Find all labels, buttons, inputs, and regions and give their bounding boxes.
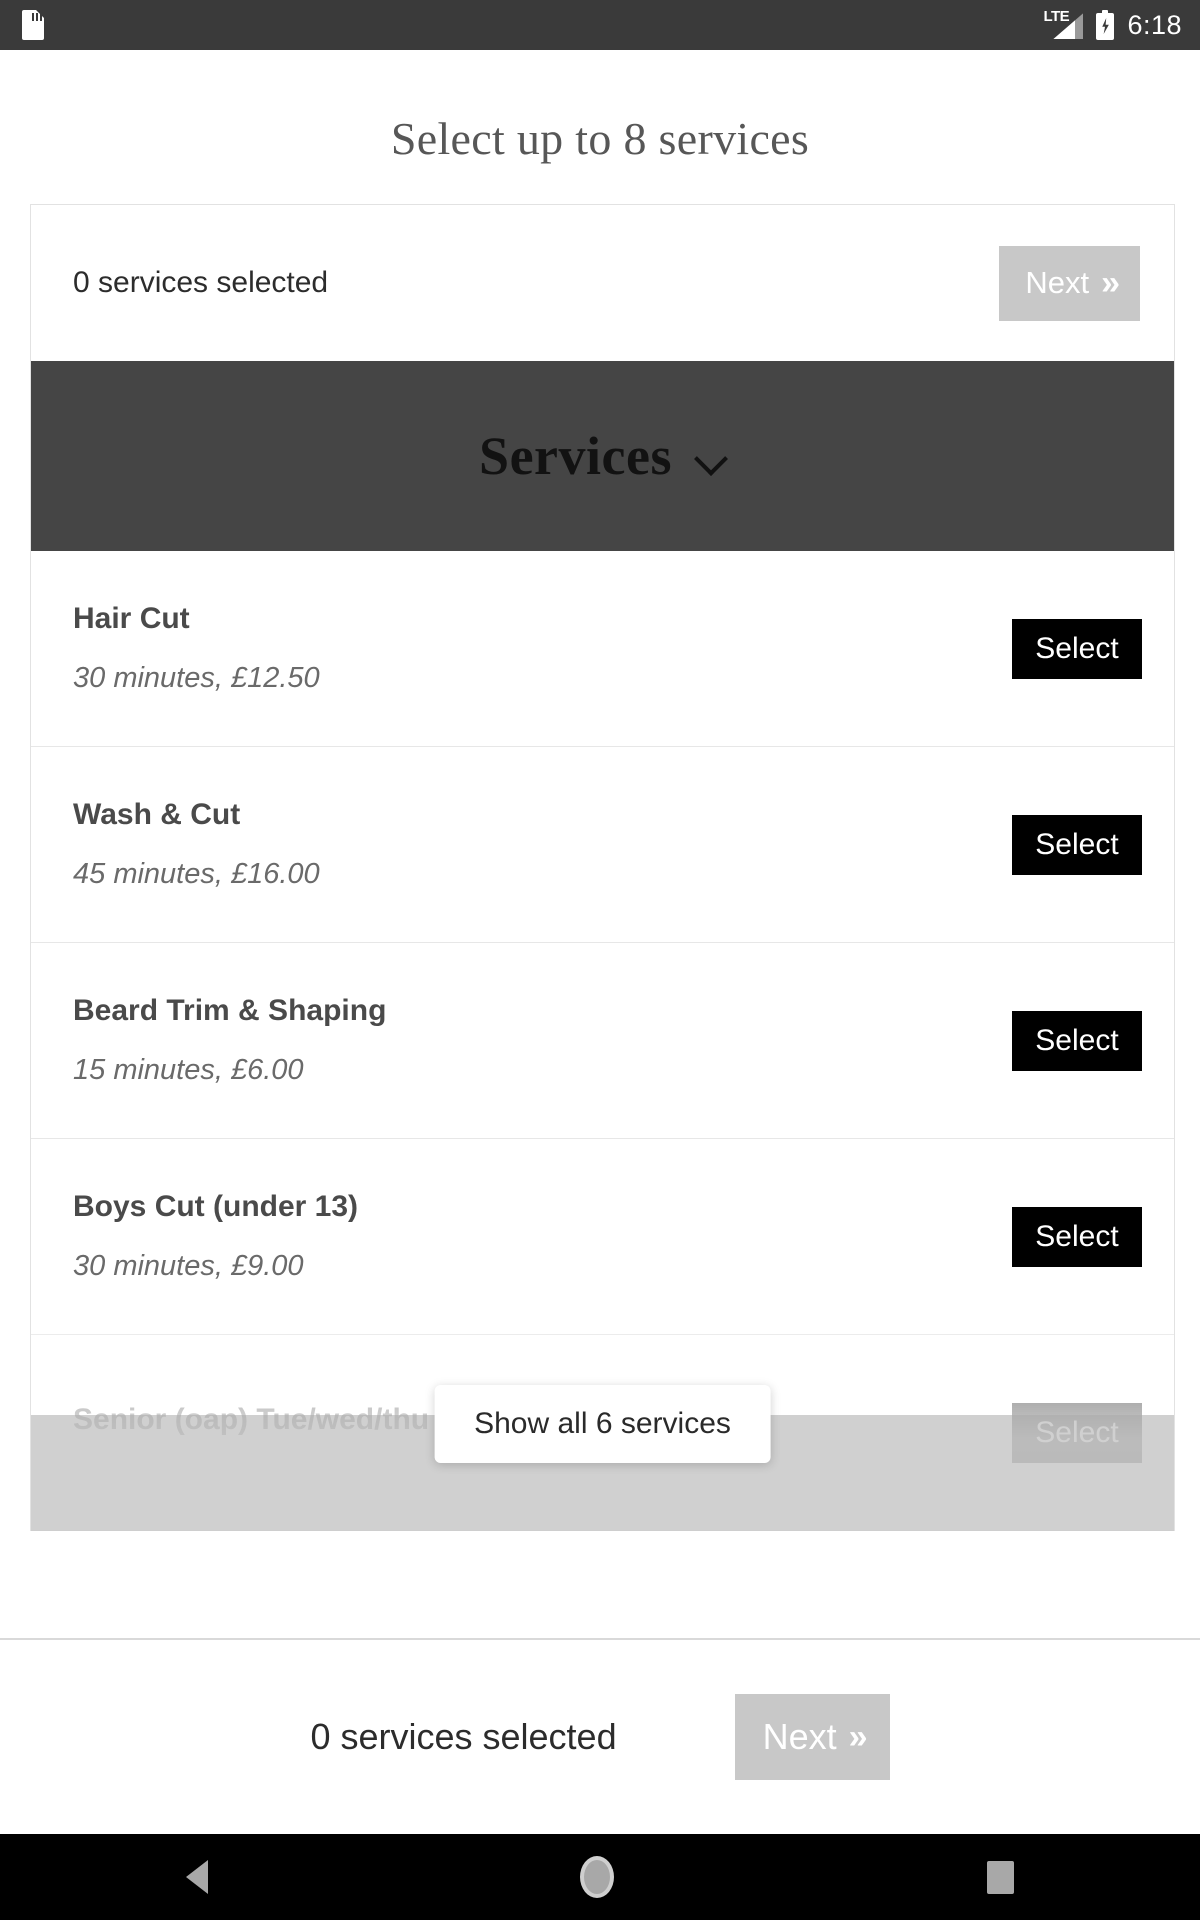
service-info: Boys Cut (under 13) 30 minutes, £9.00: [73, 1190, 358, 1283]
sd-card-icon: [22, 10, 44, 40]
services-card: 0 services selected Next » Services Hair…: [30, 204, 1175, 1531]
table-row[interactable]: Hair Cut 30 minutes, £12.50 Select: [31, 551, 1174, 747]
services-header-title: Services: [479, 426, 672, 486]
selected-count-bottom: 0 services selected: [310, 1716, 617, 1757]
phone-screen: LTE 6:18 Select up to 8 services 0 servi…: [0, 0, 1200, 1920]
select-button[interactable]: Select: [1012, 1206, 1142, 1267]
service-name: Wash & Cut: [73, 798, 241, 831]
signal-bars-icon: LTE: [1043, 9, 1084, 41]
android-nav-bar: [0, 1834, 1200, 1920]
next-button-top[interactable]: Next »: [999, 245, 1140, 321]
select-button[interactable]: Select: [1012, 1402, 1142, 1463]
service-meta: 30 minutes, £12.50: [73, 662, 320, 694]
battery-charging-icon: [1096, 10, 1115, 40]
double-chevron-right-icon: »: [848, 1717, 868, 1756]
chevron-down-icon[interactable]: [696, 447, 726, 465]
table-row[interactable]: Wash & Cut 45 minutes, £16.00 Select: [31, 747, 1174, 943]
select-button[interactable]: Select: [1012, 618, 1142, 679]
next-button-bottom[interactable]: Next »: [734, 1694, 890, 1780]
status-bar-left: [22, 10, 44, 40]
page-title: Select up to 8 services: [390, 113, 810, 164]
service-name: Beard Trim & Shaping: [73, 994, 387, 1027]
service-info: Wash & Cut 45 minutes, £16.00: [73, 798, 320, 891]
status-bar-right: LTE 6:18: [1043, 9, 1182, 41]
service-info: Hair Cut 30 minutes, £12.50: [73, 602, 320, 695]
recents-square-icon[interactable]: [986, 1860, 1014, 1894]
next-button-top-label: Next: [1025, 265, 1090, 300]
services-section-header[interactable]: Services: [31, 361, 1174, 551]
status-bar-clock: 6:18: [1127, 9, 1182, 40]
services-list: Hair Cut 30 minutes, £12.50 Select Wash …: [31, 551, 1174, 1531]
select-button[interactable]: Select: [1012, 814, 1142, 875]
bottom-action-bar: 0 services selected Next »: [0, 1638, 1200, 1834]
show-all-services-button[interactable]: Show all 6 services: [434, 1385, 771, 1463]
status-bar: LTE 6:18: [0, 0, 1200, 50]
selected-count-top: 0 services selected: [73, 266, 329, 299]
select-button[interactable]: Select: [1012, 1010, 1142, 1071]
home-circle-icon[interactable]: [580, 1856, 615, 1898]
table-row[interactable]: Beard Trim & Shaping 15 minutes, £6.00 S…: [31, 943, 1174, 1139]
service-meta: 15 minutes, £6.00: [73, 1054, 304, 1086]
service-meta: 45 minutes, £16.00: [73, 858, 320, 890]
service-info: Beard Trim & Shaping 15 minutes, £6.00: [73, 994, 386, 1087]
service-meta: 30 minutes, £9.00: [73, 1250, 304, 1282]
double-chevron-right-icon: »: [1101, 263, 1120, 302]
service-name: Boys Cut (under 13): [73, 1190, 359, 1223]
next-button-bottom-label: Next: [762, 1716, 837, 1757]
service-name: Hair Cut: [73, 602, 190, 635]
back-triangle-icon[interactable]: [186, 1860, 209, 1894]
table-row[interactable]: Boys Cut (under 13) 30 minutes, £9.00 Se…: [31, 1139, 1174, 1335]
card-top-bar: 0 services selected Next »: [31, 205, 1174, 361]
